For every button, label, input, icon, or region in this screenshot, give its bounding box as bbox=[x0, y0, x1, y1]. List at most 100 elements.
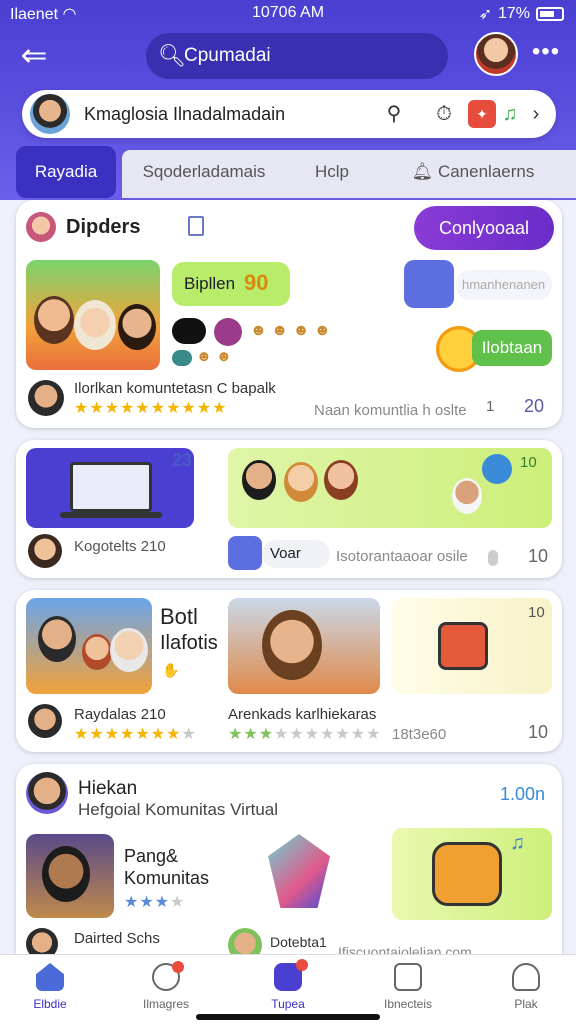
rating-stars: ★★★★★★★★★★ bbox=[74, 400, 228, 417]
hand-icon: ✋ bbox=[162, 662, 180, 678]
emoji-row: ☻ ☻ ☻ ☻ bbox=[250, 322, 331, 339]
member-thumbnail[interactable] bbox=[26, 834, 114, 918]
emoji-row-2: ☻ ☻ bbox=[196, 348, 232, 365]
profile-icon bbox=[512, 963, 540, 991]
block-title-1: Pang& bbox=[124, 846, 179, 866]
scroll-dot bbox=[488, 550, 498, 566]
dot-icon bbox=[172, 350, 192, 366]
badge-number: 23 bbox=[172, 450, 193, 470]
app-badge-icon[interactable]: ✦ bbox=[468, 100, 496, 128]
device-thumbnail[interactable]: ♫ bbox=[392, 828, 552, 920]
app-icon bbox=[228, 536, 262, 570]
nav-create-label: Tupea bbox=[271, 997, 305, 1011]
block-title-2: Komunitas bbox=[124, 868, 210, 888]
person-face bbox=[38, 616, 76, 662]
join-button[interactable]: Conlyooaal bbox=[414, 206, 554, 250]
home-indicator bbox=[196, 1014, 380, 1020]
more-options-icon[interactable]: ••• bbox=[530, 38, 562, 70]
card-title: Dipders bbox=[66, 216, 141, 238]
tab-canenlaerns[interactable]: 🔔︎ Canenlaerns bbox=[398, 146, 548, 198]
tab-help[interactable]: Hclp bbox=[292, 146, 372, 198]
nav-home[interactable]: Elbdie bbox=[0, 963, 100, 1011]
tab-sqoderladamais[interactable]: Sqoderladamais bbox=[134, 146, 274, 198]
member-count: 1.00n bbox=[500, 784, 546, 804]
nav-home-label: Elbdie bbox=[33, 997, 67, 1011]
rating-stars: ★★★★ bbox=[124, 894, 186, 911]
card-label-left: Raydalas 210 bbox=[74, 706, 166, 723]
card-caption: Ilorlkan komuntetasn C bapalk bbox=[74, 380, 276, 397]
chevron-right-icon[interactable]: › bbox=[522, 100, 550, 128]
person-face bbox=[452, 478, 482, 514]
card-title: Hiekan bbox=[78, 778, 138, 799]
nav-profile[interactable]: Plak bbox=[476, 963, 576, 1011]
card-label-mid: Arenkads karlhiekaras bbox=[228, 706, 377, 723]
timer-icon[interactable]: ⏱ bbox=[430, 100, 458, 128]
thumb-number: 10 bbox=[520, 454, 537, 471]
row-label-left: Dairted Schs bbox=[74, 930, 160, 947]
community-card-2[interactable]: 23 10 Kogotelts 210 Voar Isotorantaaoar … bbox=[16, 440, 562, 578]
user-avatar[interactable] bbox=[474, 32, 518, 76]
row-label-right: Dotebta1 bbox=[270, 934, 327, 950]
portrait-thumbnail[interactable] bbox=[228, 598, 380, 694]
group-thumbnail[interactable]: 10 bbox=[228, 448, 552, 528]
rating-stars-mid: ★★★★★★★★★★ bbox=[228, 726, 382, 743]
person-face bbox=[82, 634, 112, 670]
person-face bbox=[110, 628, 148, 672]
voice-chip[interactable]: Voar bbox=[262, 540, 330, 568]
category-chip-label: Bipllen bbox=[184, 274, 236, 293]
music-note-icon: ♫ bbox=[510, 832, 525, 854]
music-note-icon[interactable]: ♫ bbox=[496, 100, 524, 128]
nav-images[interactable]: Ilmagres bbox=[116, 961, 216, 1011]
nav-connects-label: Ibnecteis bbox=[383, 997, 433, 1011]
card-label-right: Isotorantaaoar osile bbox=[336, 548, 468, 565]
notification-badge bbox=[296, 959, 308, 971]
family-thumbnail[interactable] bbox=[26, 598, 152, 694]
community-thumbnail[interactable] bbox=[26, 260, 160, 370]
back-arrow-icon[interactable]: ⇐ bbox=[14, 36, 54, 76]
symbol-icon bbox=[214, 318, 242, 346]
create-icon bbox=[274, 959, 308, 991]
notification-badge bbox=[172, 961, 184, 973]
home-icon bbox=[36, 963, 64, 991]
group-avatar bbox=[26, 772, 68, 814]
nav-profile-label: Plak bbox=[514, 997, 538, 1011]
nav-connects[interactable]: Ibnecteis bbox=[358, 963, 458, 1011]
card-subtitle: Hefgoial Komunitas Virtual bbox=[78, 800, 279, 819]
category-chip[interactable]: Bipllen 90 bbox=[172, 262, 290, 306]
action-button[interactable]: Ilobtaan bbox=[472, 330, 552, 366]
person-face bbox=[42, 846, 90, 902]
person-face bbox=[262, 610, 322, 680]
community-card-4[interactable]: Hiekan Hefgoial Komunitas Virtual 1.00n … bbox=[16, 764, 562, 954]
card-label-mid2: 18t3e60 bbox=[392, 726, 447, 743]
search-bar[interactable]: 🔍︎ Cpumadai bbox=[146, 33, 448, 79]
member-avatar bbox=[28, 534, 62, 568]
person-face bbox=[242, 460, 276, 500]
item-thumbnail[interactable]: 10 bbox=[392, 598, 552, 694]
row-label-right-2: Ifiscuontaiolelian.com bbox=[338, 944, 472, 954]
nav-create[interactable]: Tupea bbox=[238, 959, 338, 1011]
status-right: ➶ 17% bbox=[479, 4, 564, 24]
person-face bbox=[324, 460, 358, 500]
community-card-3[interactable]: Botl Ilafotis ✋ 10 Raydalas 210 ★★★★★★★★… bbox=[16, 590, 562, 752]
count-a: 1 bbox=[486, 398, 495, 415]
status-bar: Ilaenet ◠ 10706 AM ➶ 17% bbox=[0, 0, 576, 28]
mask-icon bbox=[172, 318, 206, 344]
member-avatar bbox=[28, 704, 62, 738]
rating-stars-left: ★★★★★★★★ bbox=[74, 726, 197, 743]
card-label-left: Kogotelts 210 bbox=[74, 538, 166, 555]
profile-bar[interactable]: Kmaglosia Ilnadalmadain ⚲ ⏱ ✦ ♫ › bbox=[22, 90, 556, 138]
tab-rayadia[interactable]: Rayadia bbox=[16, 146, 116, 198]
community-card-1[interactable]: Dipders Conlyooaal Bipllen 90 ☻ ☻ ☻ ☻ ☻ … bbox=[16, 200, 562, 428]
count: 10 bbox=[528, 722, 549, 742]
gem-icon bbox=[268, 834, 330, 908]
chat-bubble: hmanhenanen bbox=[456, 270, 552, 300]
search-text: Cpumadai bbox=[184, 45, 271, 66]
laptop-icon bbox=[70, 462, 152, 512]
person-face bbox=[34, 296, 74, 344]
laptop-thumbnail[interactable] bbox=[26, 448, 194, 528]
images-icon bbox=[152, 961, 184, 991]
bookmark-icon[interactable] bbox=[188, 216, 204, 236]
search-icon[interactable]: ⚲ bbox=[380, 100, 408, 128]
speaker-icon bbox=[432, 842, 502, 906]
compass-icon bbox=[482, 454, 512, 484]
